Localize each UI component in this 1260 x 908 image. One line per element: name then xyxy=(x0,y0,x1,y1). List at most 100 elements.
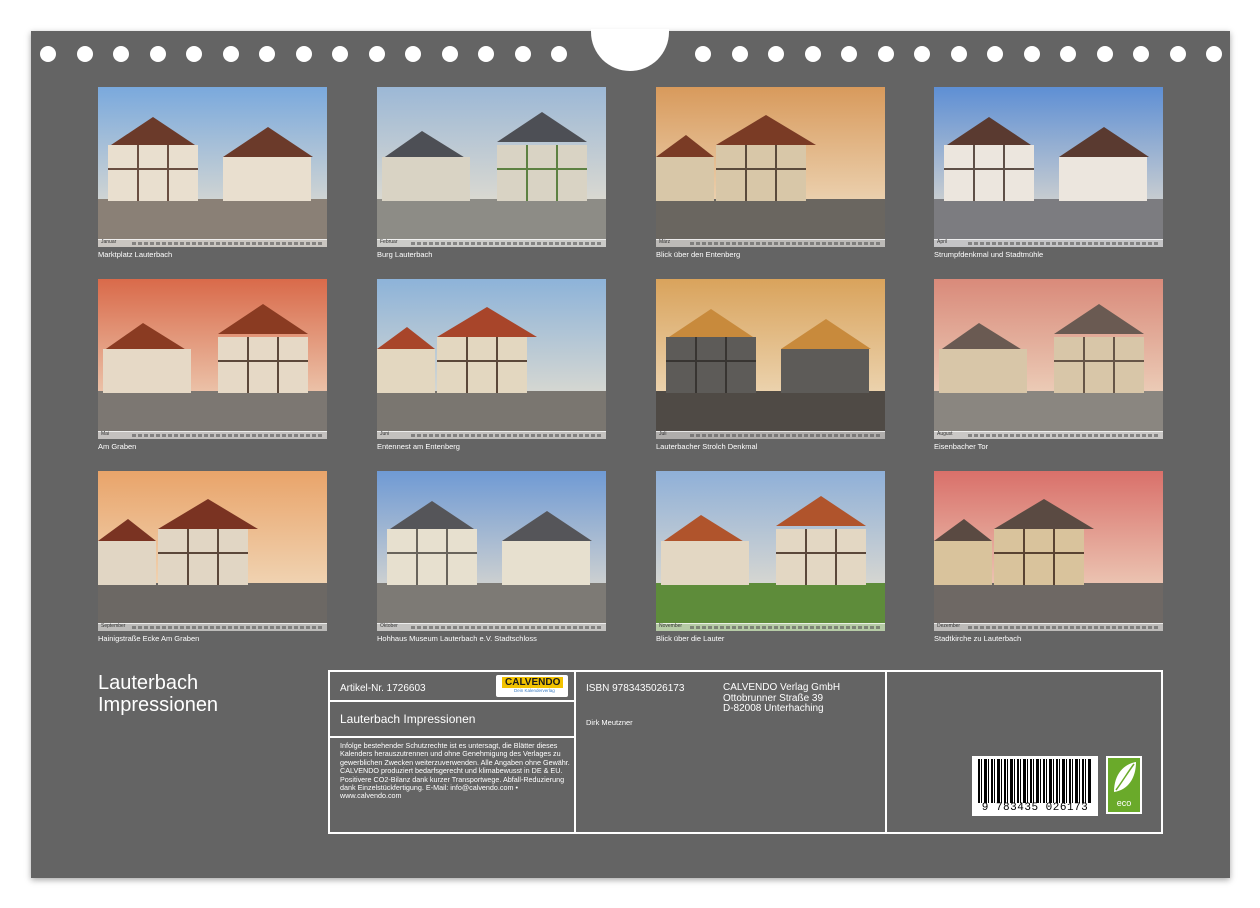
publisher-city: D-82008 Unterhaching xyxy=(723,703,824,714)
binding-hole xyxy=(40,46,56,62)
month-calendar-strip: Februar xyxy=(377,239,606,247)
publisher-address: CALVENDO Verlag GmbH Ottobrunner Straße … xyxy=(723,682,841,715)
month-photo: Februar xyxy=(377,87,606,247)
binding-hole xyxy=(914,46,930,62)
month-label: Dezember xyxy=(937,623,961,629)
month-calendar-strip: Juli xyxy=(656,431,885,439)
binding-hole xyxy=(804,46,821,62)
leaf-icon-graphic xyxy=(1114,762,1136,792)
day-markers xyxy=(132,434,323,437)
month-calendar-strip: November xyxy=(656,623,885,631)
photo-caption: Eisenbacher Tor xyxy=(934,442,989,451)
month-label: Juni xyxy=(380,431,390,437)
binding-hole xyxy=(877,46,894,62)
publisher-name: CALVENDO Verlag GmbH xyxy=(723,682,841,693)
binding-hole xyxy=(478,46,494,62)
product-title: Lauterbach Impressionen xyxy=(340,712,476,726)
photo-caption: Stadtkirche zu Lauterbach xyxy=(934,634,1022,643)
month-calendar-strip: Juni xyxy=(377,431,606,439)
eco-badge: eco xyxy=(1106,756,1142,814)
binding-hole xyxy=(332,46,348,62)
month-label: April xyxy=(937,239,948,245)
calvendo-logo-sub: Dein Kalenderverlag xyxy=(514,688,555,693)
day-markers xyxy=(690,434,881,437)
photo-caption: Burg Lauterbach xyxy=(377,250,433,259)
calendar-back-sheet: Januar Marktplatz Lauterbach Februar Burg L… xyxy=(31,29,1230,878)
divider xyxy=(330,736,576,738)
binding-hole xyxy=(1023,46,1040,62)
calendar-title-line2: Impressionen xyxy=(98,694,219,716)
month-photo: August xyxy=(934,279,1163,439)
month-calendar-strip: Oktober xyxy=(377,623,606,631)
leaf-icon: eco xyxy=(1108,758,1140,812)
photo-caption: Blick über die Lauter xyxy=(656,634,725,643)
month-calendar-strip: Dezember xyxy=(934,623,1163,631)
binding-hole xyxy=(368,46,385,62)
month-calendar-strip: September xyxy=(98,623,327,631)
month-photo: Juni xyxy=(377,279,606,439)
month-photo: November xyxy=(656,471,885,631)
month-label: August xyxy=(937,431,953,437)
binding-hole xyxy=(1169,46,1186,62)
binding-hole xyxy=(1096,46,1113,62)
month-photo: Juli xyxy=(656,279,885,439)
author: Dirk Meutzner xyxy=(586,718,633,727)
day-markers xyxy=(132,242,323,245)
binding-hole xyxy=(514,46,531,62)
month-label: Mai xyxy=(101,431,110,437)
month-label: März xyxy=(659,239,671,245)
binding-hole xyxy=(259,46,275,62)
month-label: Januar xyxy=(101,239,117,245)
day-markers xyxy=(968,626,1159,629)
day-markers xyxy=(411,626,602,629)
article-number: Artikel-Nr. 1726603 xyxy=(340,683,426,694)
month-label: September xyxy=(101,623,126,629)
binding-hole xyxy=(222,46,239,62)
calvendo-logo-text: CALVENDO xyxy=(502,677,564,688)
legal-notice: Infolge bestehender Schutzrechte ist es … xyxy=(340,741,570,801)
month-calendar-strip: März xyxy=(656,239,885,247)
divider xyxy=(574,672,576,832)
month-label: Oktober xyxy=(380,623,398,629)
photo-caption: Entennest am Entenberg xyxy=(377,442,460,451)
photo-caption: Am Graben xyxy=(98,442,137,451)
month-calendar-strip: Mai xyxy=(98,431,327,439)
binding-hole xyxy=(551,46,567,62)
photo-caption: Marktplatz Lauterbach xyxy=(98,250,173,259)
binding-hole xyxy=(695,46,711,62)
publisher-info-box: Artikel-Nr. 1726603 CALVENDO Dein Kalend… xyxy=(328,670,1163,834)
binding-hole xyxy=(1206,46,1222,62)
binding-hole xyxy=(768,46,784,62)
photo-caption: Hohhaus Museum Lauterbach e.V. Stadtschl… xyxy=(377,634,537,643)
isbn: ISBN 9783435026173 xyxy=(586,683,685,694)
photo-caption: Blick über den Entenberg xyxy=(656,250,741,259)
binding-hole xyxy=(1133,46,1149,62)
barcode-digits: 9 783435 026173 xyxy=(981,802,1089,814)
divider xyxy=(330,700,576,702)
binding-hole xyxy=(405,46,421,62)
month-photo: Dezember xyxy=(934,471,1163,631)
day-markers xyxy=(411,434,602,437)
binding-hole xyxy=(987,46,1003,62)
day-markers xyxy=(690,242,881,245)
month-label: Februar xyxy=(380,239,398,245)
binding-hole xyxy=(731,46,748,62)
month-label: November xyxy=(659,623,683,629)
calendar-title-line1: Lauterbach xyxy=(98,672,199,694)
month-photo: März xyxy=(656,87,885,247)
month-photo: Mai xyxy=(98,279,327,439)
binding-hole xyxy=(841,46,857,62)
day-markers xyxy=(690,626,881,629)
month-calendar-strip: Januar xyxy=(98,239,327,247)
binding-hole xyxy=(441,46,458,62)
photo-caption: Lauterbacher Strolch Denkmal xyxy=(656,442,758,451)
month-label: Juli xyxy=(659,431,667,437)
month-calendar-strip: August xyxy=(934,431,1163,439)
calvendo-logo: CALVENDO Dein Kalenderverlag xyxy=(496,675,568,697)
binding-hole xyxy=(950,46,967,62)
calendar-title: Lauterbach Impressionen xyxy=(98,672,218,716)
eco-label: eco xyxy=(1116,798,1132,808)
photo-caption: Strumpfdenkmal und Stadtmühle xyxy=(934,250,1044,259)
binding-hole xyxy=(76,46,93,62)
day-markers xyxy=(968,434,1159,437)
